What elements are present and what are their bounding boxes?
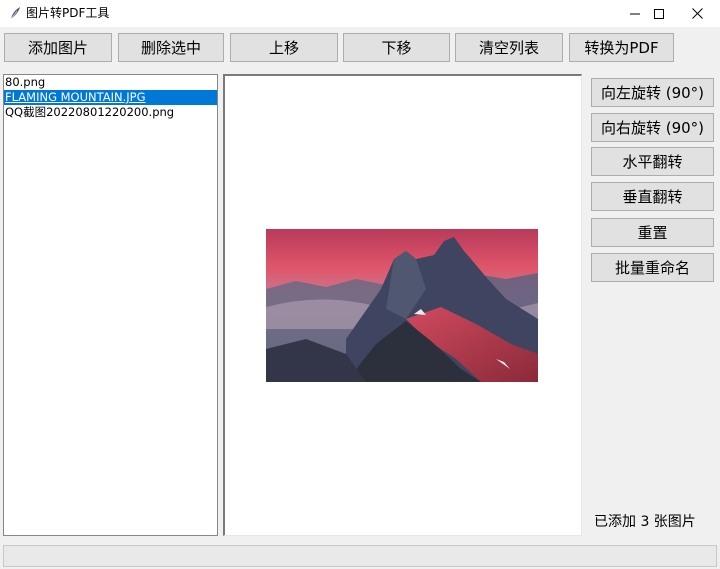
add-images-button[interactable]: 添加图片 — [4, 33, 112, 62]
move-up-button[interactable]: 上移 — [230, 33, 338, 62]
flip-vertical-button[interactable]: 垂直翻转 — [591, 182, 714, 211]
preview-image — [266, 229, 538, 382]
image-preview-canvas — [223, 74, 582, 536]
window-title: 图片转PDF工具 — [26, 6, 110, 20]
app-window: 图片转PDF工具 添加图片 删除选中 上移 下移 清空列表 转换为PDF 80.… — [0, 0, 720, 569]
title-bar: 图片转PDF工具 — [0, 0, 720, 27]
close-icon — [691, 8, 703, 19]
move-down-button[interactable]: 下移 — [343, 33, 450, 62]
rotate-right-button[interactable]: 向右旋转 (90°) — [591, 113, 714, 142]
delete-selected-button[interactable]: 删除选中 — [118, 33, 224, 62]
reset-button[interactable]: 重置 — [591, 218, 714, 247]
list-item-selected[interactable]: FLAMING MOUNTAIN.JPG — [4, 90, 217, 105]
image-count-label: 已添加 3 张图片 — [594, 514, 696, 530]
feather-icon — [10, 7, 20, 20]
convert-pdf-button[interactable]: 转换为PDF — [569, 33, 674, 62]
flip-horizontal-button[interactable]: 水平翻转 — [591, 147, 714, 176]
batch-rename-button[interactable]: 批量重命名 — [591, 253, 714, 282]
list-item[interactable]: 80.png — [4, 75, 217, 90]
list-item[interactable]: QQ截图20220801220200.png — [4, 105, 217, 120]
close-button[interactable] — [674, 0, 720, 27]
clear-list-button[interactable]: 清空列表 — [455, 33, 563, 62]
file-listbox[interactable]: 80.png FLAMING MOUNTAIN.JPG QQ截图20220801… — [3, 74, 218, 536]
maximize-icon — [654, 8, 664, 19]
status-bar — [3, 545, 717, 567]
rotate-left-button[interactable]: 向左旋转 (90°) — [591, 78, 714, 107]
